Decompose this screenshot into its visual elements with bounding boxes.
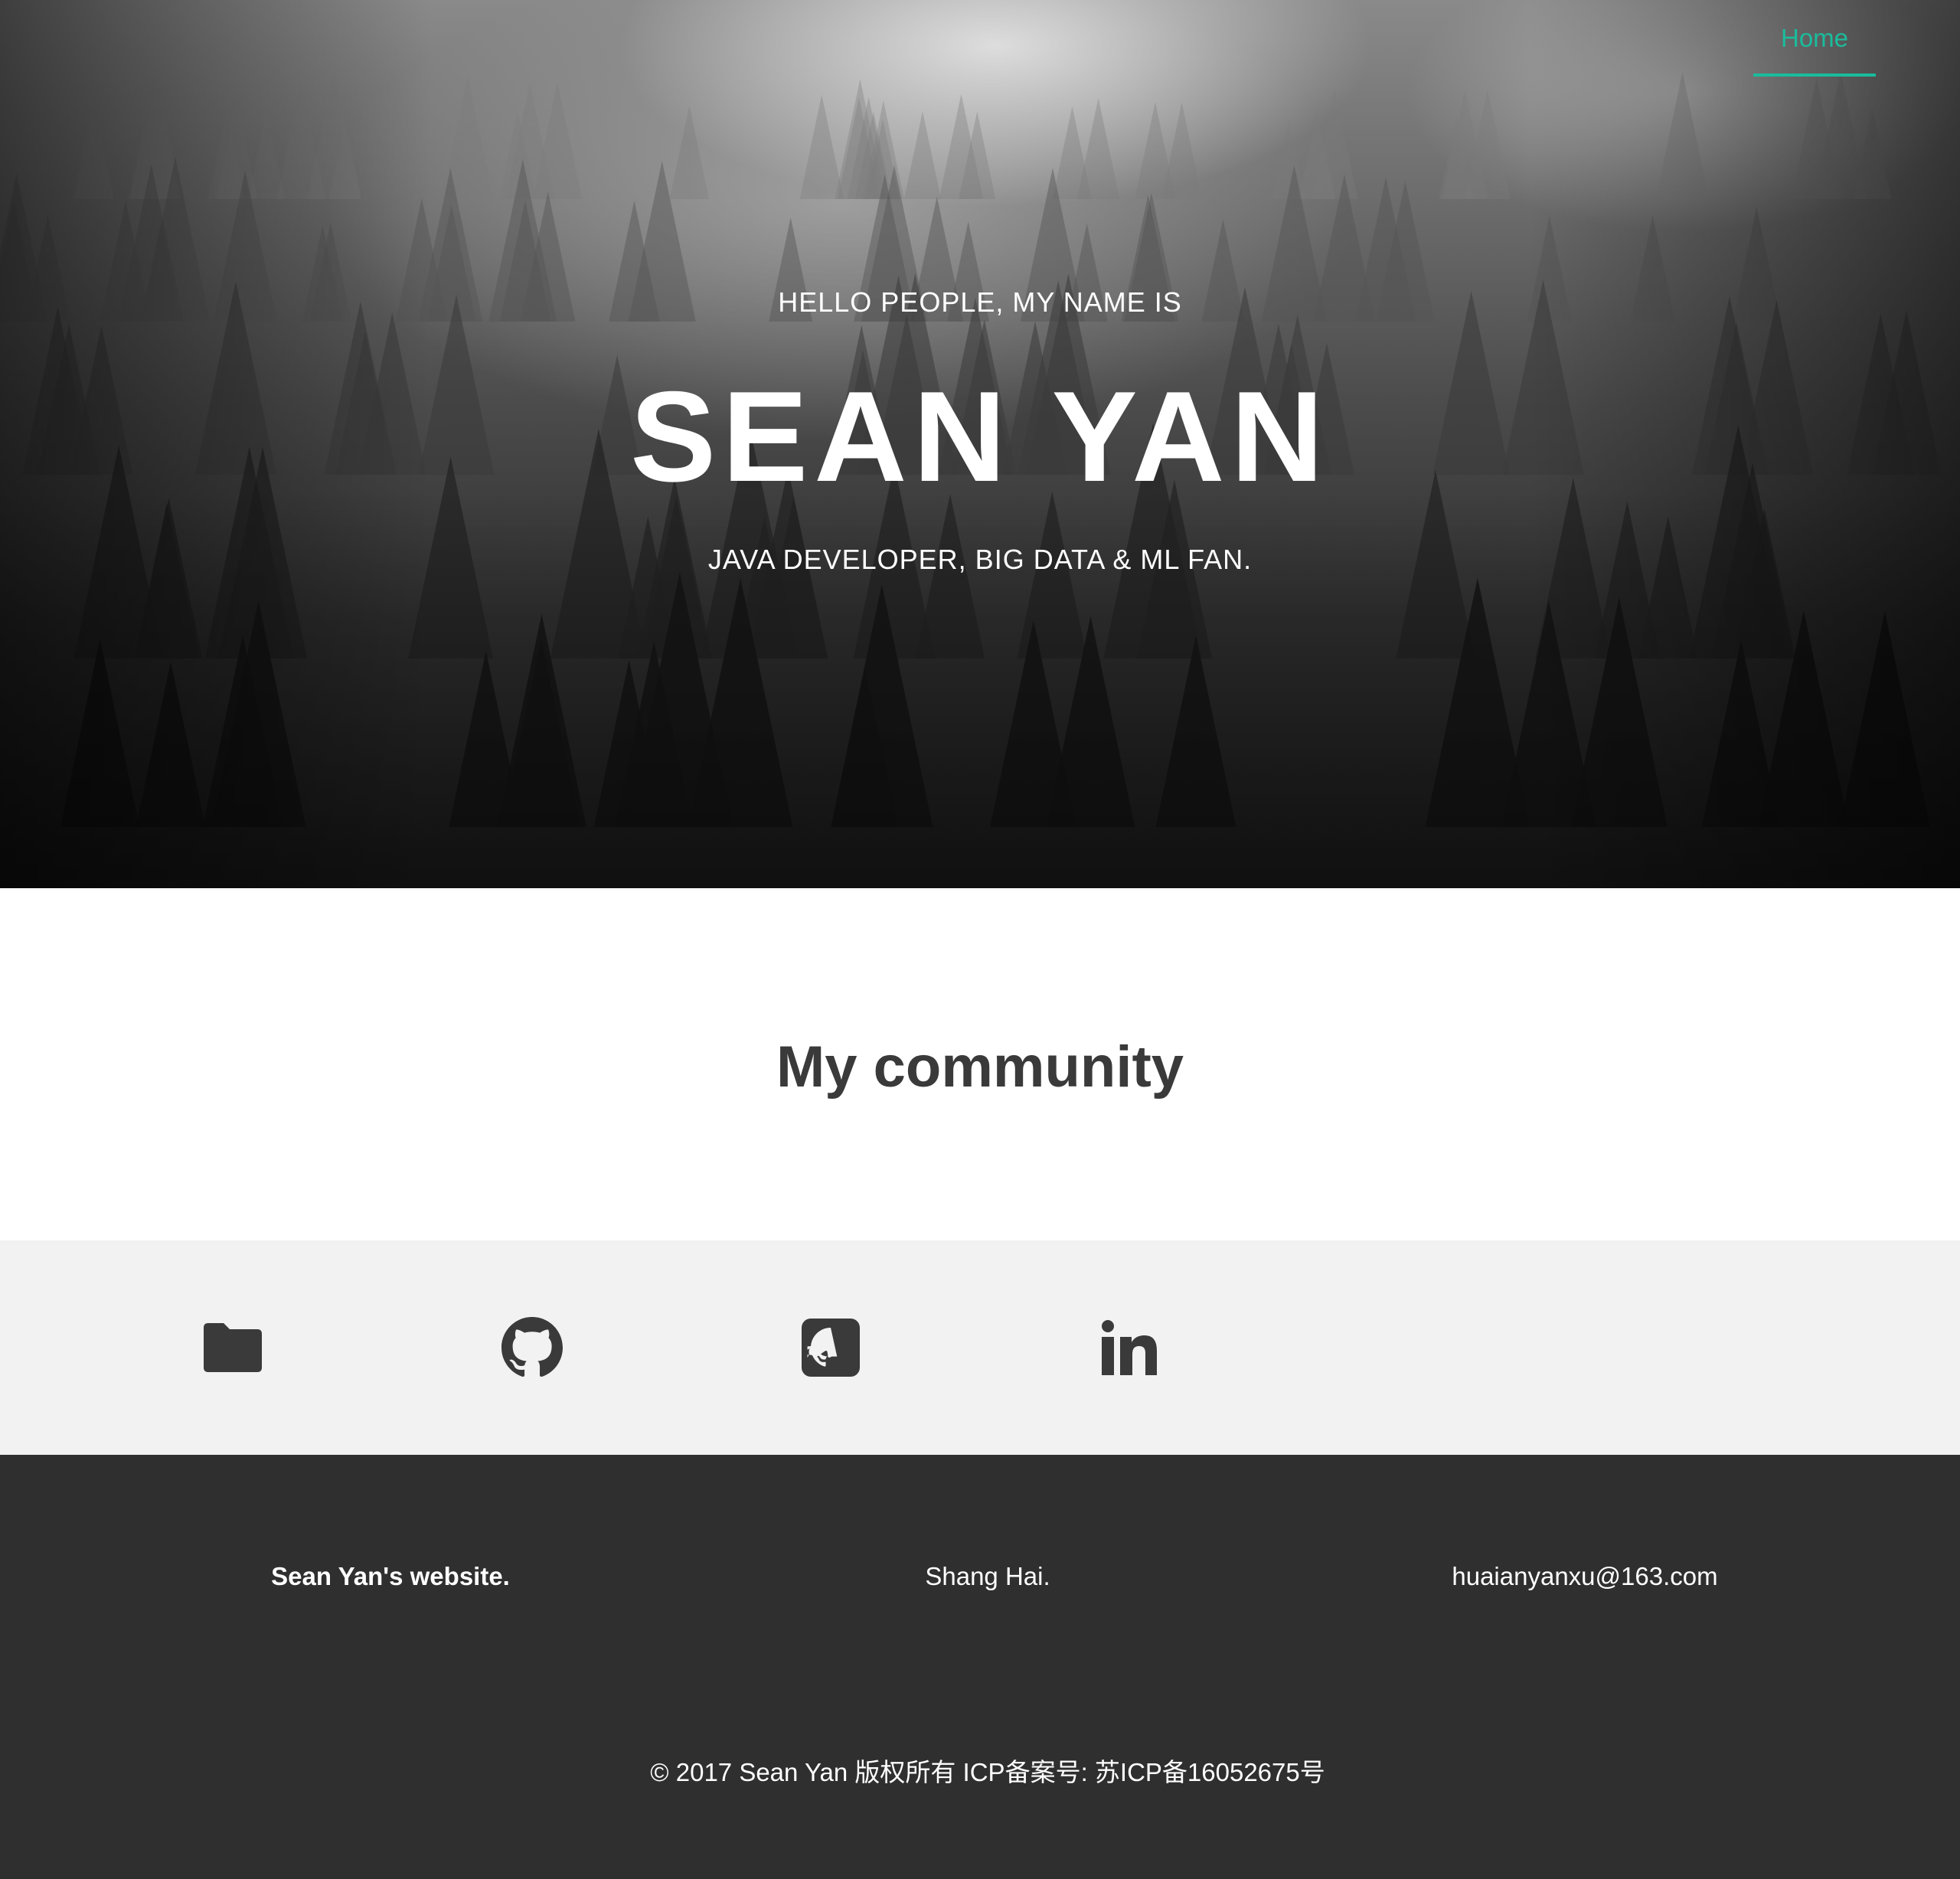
nav-active-underline [1753,74,1876,77]
github-square-link[interactable] [800,1317,861,1378]
site-footer: Sean Yan's website. Shang Hai. huaianyan… [0,1455,1960,1879]
hero-greeting: HELLO PEOPLE, MY NAME IS [778,286,1182,318]
hero-section: Home HELLO PEOPLE, MY NAME IS SEAN YAN J… [0,0,1960,888]
footer-site-name: Sean Yan's website. [271,1562,510,1590]
linkedin-icon [1102,1320,1157,1375]
footer-email-link[interactable]: huaianyanxu@163.com [1393,1562,1776,1591]
hero-tagline: JAVA DEVELOPER, BIG DATA & ML FAN. [707,544,1253,575]
footer-copyright: © 2017 Sean Yan 版权所有 ICP备案号: 苏ICP备160526… [650,1758,1325,1786]
nav-home-link[interactable]: Home [1753,18,1876,77]
folder-icon [204,1323,262,1372]
linkedin-link[interactable] [1099,1317,1160,1378]
community-section: My community [0,888,1960,1240]
folder-link[interactable] [202,1317,263,1378]
hero-name: SEAN YAN [630,364,1330,508]
github-link[interactable] [501,1317,563,1378]
footer-location: Shang Hai. [925,1562,1050,1590]
community-title: My community [776,1034,1184,1100]
github-icon [501,1317,563,1377]
nav-home-label: Home [1780,24,1849,52]
github-square-icon [802,1319,860,1377]
social-links-band [0,1240,1960,1455]
